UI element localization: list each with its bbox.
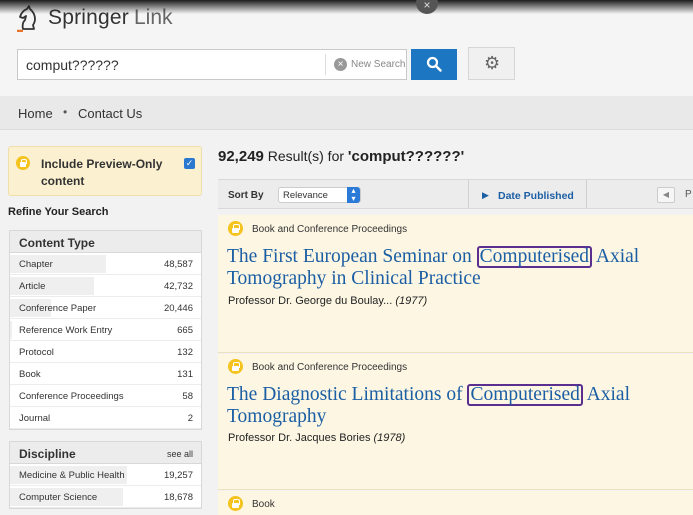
lock-icon	[228, 496, 243, 511]
facet-label[interactable]: Computer Science	[19, 492, 97, 503]
page-label: P	[685, 189, 692, 200]
facet-row[interactable]: Article 42,732	[10, 275, 201, 297]
facet-row[interactable]: Protocol 132	[10, 341, 201, 363]
facet-label[interactable]: Reference Work Entry	[19, 325, 112, 336]
see-all-link[interactable]: see all	[167, 449, 193, 459]
site-header: Springer Link × New Search ⚙	[0, 0, 693, 96]
sort-divider	[468, 180, 469, 208]
video-top-shade	[0, 0, 693, 14]
title-text: The Diagnostic Limitations of	[227, 384, 468, 405]
previous-page-button[interactable]: ◀	[657, 187, 675, 203]
facet-row[interactable]: Medicine & Public Health 19,257	[10, 464, 201, 486]
result-title-link[interactable]: The First European Seminar on Computeris…	[227, 246, 677, 290]
facet-row[interactable]: Chapter 48,587	[10, 253, 201, 275]
sort-by-label: Sort By	[228, 190, 264, 201]
facet-count: 48,587	[163, 259, 193, 270]
search-divider	[325, 54, 326, 75]
facet-count: 42,732	[163, 281, 193, 292]
content-type-facet: Content Type Chapter 48,587 Article 42,732 C…	[9, 230, 202, 430]
title-text: The First European Seminar on	[227, 246, 477, 267]
search-input[interactable]	[18, 50, 324, 79]
facet-row[interactable]: Journal 2	[10, 407, 201, 429]
facet-row[interactable]: Book 131	[10, 363, 201, 385]
author-name[interactable]: Professor Dr. George du Boulay...	[228, 295, 392, 307]
facet-row[interactable]: Reference Work Entry 665	[10, 319, 201, 341]
content-type-header: Content Type	[10, 231, 201, 253]
publication-year: (1977)	[395, 295, 428, 307]
result-item: Book	[218, 491, 693, 515]
nav-separator: •	[63, 105, 68, 119]
lock-icon	[16, 156, 30, 170]
sort-divider-2	[586, 180, 587, 208]
facet-count: 132	[177, 347, 193, 358]
nav-bar: Home • Contact Us	[0, 96, 693, 130]
facet-label[interactable]: Conference Paper	[19, 303, 96, 314]
sort-select[interactable]: Relevance ▴ ▾	[278, 187, 361, 203]
date-published-sort[interactable]: Date Published	[498, 190, 574, 202]
select-arrows-icon: ▴ ▾	[347, 187, 360, 203]
facet-label[interactable]: Medicine & Public Health	[19, 470, 125, 481]
results-suffix: Result(s) for	[267, 148, 345, 164]
facet-count: 131	[177, 369, 193, 380]
result-content-type: Book	[252, 499, 275, 510]
search-icon	[426, 56, 442, 72]
sort-select-value: Relevance	[283, 190, 328, 201]
nav-home-link[interactable]: Home	[18, 106, 53, 121]
settings-button[interactable]: ⚙	[468, 47, 515, 80]
results-count: 92,249	[218, 148, 264, 165]
result-author: Professor Dr. Jacques Bories (1978)	[228, 432, 405, 444]
result-title-link[interactable]: The Diagnostic Limitations of Computeris…	[227, 384, 677, 428]
discipline-header: Discipline see all	[10, 442, 201, 464]
facet-count: 2	[187, 413, 193, 424]
result-author: Professor Dr. George du Boulay... (1977)	[228, 295, 427, 307]
lock-icon	[228, 359, 243, 374]
result-item: Book and Conference Proceedings The Firs…	[218, 215, 693, 353]
new-search-link[interactable]: New Search	[351, 59, 405, 70]
result-item: Book and Conference Proceedings The Diag…	[218, 354, 693, 490]
lock-icon	[228, 221, 243, 236]
preview-only-label[interactable]: Include Preview-Only content	[41, 156, 171, 190]
facet-label[interactable]: Book	[19, 369, 41, 380]
search-button[interactable]	[411, 49, 457, 80]
preview-only-checkbox[interactable]: ✓	[184, 158, 195, 169]
facet-share-bar	[10, 321, 12, 339]
refine-heading: Refine Your Search	[8, 206, 109, 218]
facet-label[interactable]: Chapter	[19, 259, 53, 270]
facet-label[interactable]: Conference Proceedings	[19, 391, 124, 402]
results-summary: 92,249 Result(s) for 'comput??????'	[218, 148, 464, 165]
facet-row[interactable]: Conference Paper 20,446	[10, 297, 201, 319]
facet-label[interactable]: Protocol	[19, 347, 54, 358]
facet-row[interactable]: Computer Science 18,678	[10, 486, 201, 508]
facet-count: 58	[182, 391, 193, 402]
facet-count: 19,257	[163, 470, 193, 481]
play-arrow-icon: ▶	[482, 190, 489, 200]
clear-search-icon[interactable]: ×	[334, 58, 347, 71]
sort-bar: Sort By Relevance ▴ ▾ ▶ Date Published ◀ …	[218, 179, 693, 209]
facet-count: 665	[177, 325, 193, 336]
results-query: 'comput??????'	[347, 148, 465, 165]
preview-only-toggle-box: Include Preview-Only content ✓	[8, 146, 202, 196]
facet-row[interactable]: Conference Proceedings 58	[10, 385, 201, 407]
nav-contact-link[interactable]: Contact Us	[78, 106, 142, 121]
discipline-title: Discipline	[19, 447, 76, 461]
facet-count: 18,678	[163, 492, 193, 503]
facet-label[interactable]: Journal	[19, 413, 50, 424]
search-box: × New Search	[17, 49, 407, 80]
publication-year: (1978)	[373, 432, 406, 444]
result-content-type: Book and Conference Proceedings	[252, 362, 408, 373]
facet-label[interactable]: Article	[19, 281, 45, 292]
gear-icon: ⚙	[484, 53, 501, 73]
content-type-title: Content Type	[19, 236, 95, 250]
highlighted-term: Computerised	[467, 384, 583, 406]
result-content-type: Book and Conference Proceedings	[252, 224, 408, 235]
highlighted-term: Computerised	[476, 246, 593, 268]
author-name[interactable]: Professor Dr. Jacques Bories	[228, 432, 370, 444]
facet-count: 20,446	[163, 303, 193, 314]
discipline-facet: Discipline see all Medicine & Public Hea…	[9, 441, 202, 509]
